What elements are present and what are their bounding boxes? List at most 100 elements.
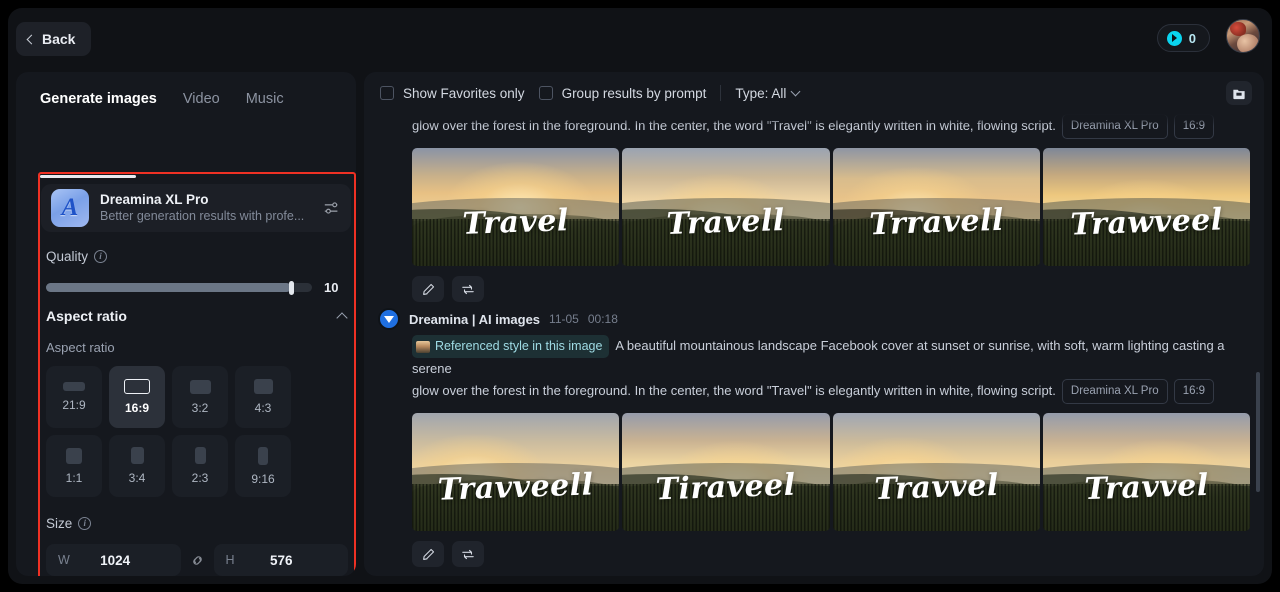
generated-image[interactable]: Tiraveel	[622, 413, 830, 532]
generated-image[interactable]: Travell	[622, 148, 830, 266]
aspect-ratio-option-9-16[interactable]: 9:16	[235, 435, 291, 497]
generated-image[interactable]: Travvel	[1042, 413, 1250, 532]
credit-coin-icon	[1166, 30, 1182, 46]
model-avatar-icon: A	[51, 189, 89, 227]
prompt-text-part2: glow over the forest in the foreground. …	[412, 383, 1056, 398]
aspect-ratio-option-3-4[interactable]: 3:4	[109, 435, 165, 497]
aspect-ratio-shape-icon	[258, 446, 268, 465]
result-time: 00:18	[587, 312, 618, 326]
result-group-header: Dreamina | AI images 11-05 00:18	[378, 308, 1250, 330]
generated-image[interactable]: Travveell	[412, 413, 620, 532]
panel-tabs: Generate images Video Music	[16, 72, 356, 114]
regenerate-button[interactable]	[452, 276, 484, 302]
generated-image[interactable]: Travvel	[832, 413, 1040, 532]
reference-thumbnail-icon	[416, 340, 430, 353]
show-favorites-label: Show Favorites only	[403, 85, 525, 101]
referenced-style-label: Referenced style in this image	[435, 339, 603, 354]
aspect-ratio-label: 3:2	[191, 400, 209, 415]
image-watermark-text: Travveell	[437, 466, 595, 508]
checkbox-icon[interactable]	[380, 86, 394, 100]
quality-label: Quality	[46, 249, 89, 264]
ratio-tag: 16:9	[1173, 379, 1215, 405]
generated-image[interactable]: Trawveel	[1042, 148, 1250, 266]
top-bar: Back 0	[8, 8, 1272, 72]
image-watermark-text: Travel	[461, 202, 570, 242]
model-tag: Dreamina XL Pro	[1061, 379, 1168, 405]
aspect-ratio-shape-icon	[189, 379, 211, 394]
type-filter-label: Type: All	[735, 85, 787, 101]
aspect-ratio-option-4-3[interactable]: 4:3	[235, 366, 291, 428]
aspect-ratio-option-16-9[interactable]: 16:9	[109, 366, 165, 428]
type-filter-dropdown[interactable]: Type: All	[735, 85, 801, 101]
aspect-ratio-option-21-9[interactable]: 21:9	[46, 366, 102, 428]
aspect-ratio-shape-icon	[66, 447, 82, 464]
regenerate-icon	[462, 549, 474, 559]
archive-folder-button[interactable]	[1226, 81, 1252, 105]
tab-video[interactable]: Video	[183, 91, 220, 107]
info-icon[interactable]: i	[94, 250, 108, 263]
row-action-bar	[412, 276, 1250, 302]
chevron-up-icon[interactable]	[336, 311, 348, 324]
width-field[interactable]: W 1024	[46, 544, 181, 576]
feed-scrollbar[interactable]	[1256, 372, 1260, 492]
model-tag: Dreamina XL Pro	[1061, 114, 1168, 139]
size-inputs-row: W 1024 H 576	[46, 544, 348, 576]
results-panel: Show Favorites only Group results by pro…	[364, 72, 1264, 576]
generated-image[interactable]: Travel	[412, 148, 620, 266]
link-icon[interactable]	[189, 552, 206, 569]
aspect-ratio-sub-label: Aspect ratio	[46, 340, 115, 355]
chevron-down-icon[interactable]	[790, 86, 801, 97]
edit-button[interactable]	[412, 276, 444, 302]
model-selector-card[interactable]: A Dreamina XL Pro Better generation resu…	[41, 184, 351, 232]
result-author: Dreamina | AI images	[409, 311, 541, 327]
tab-music[interactable]: Music	[246, 91, 284, 107]
size-section: Size i W 1024 H 576	[46, 516, 348, 576]
results-filter-bar: Show Favorites only Group results by pro…	[364, 72, 1264, 114]
tab-generate-images[interactable]: Generate images	[40, 91, 157, 107]
generated-image[interactable]: Trravell	[832, 148, 1040, 266]
prompt-text-line: glow over the forest in the foreground. …	[378, 379, 1238, 405]
aspect-ratio-label: 21:9	[62, 398, 86, 412]
quality-value: 10	[324, 280, 339, 295]
aspect-ratio-option-3-2[interactable]: 3:2	[172, 366, 228, 428]
show-favorites-checkbox[interactable]: Show Favorites only	[380, 86, 525, 101]
active-tab-underline	[40, 175, 136, 178]
user-avatar[interactable]	[1226, 19, 1260, 53]
width-key: W	[58, 553, 70, 567]
result-group: Dreamina | AI images 11-05 00:18 Referenced…	[378, 308, 1250, 568]
group-by-prompt-checkbox[interactable]: Group results by prompt	[538, 86, 706, 101]
referenced-style-chip[interactable]: Referenced style in this image	[412, 335, 610, 359]
edit-button[interactable]	[412, 541, 444, 568]
info-icon[interactable]: i	[78, 517, 92, 530]
image-watermark-text: Travvel	[1083, 467, 1210, 507]
left-control-panel: Generate images Video Music A Dreamina X…	[16, 72, 356, 576]
regenerate-icon	[462, 284, 474, 294]
back-button[interactable]: Back	[16, 22, 92, 56]
model-name: Dreamina XL Pro	[100, 192, 209, 207]
aspect-ratio-option-1-1[interactable]: 1:1	[46, 435, 102, 497]
aspect-ratio-label: 4:3	[254, 401, 272, 415]
quality-section: Quality i 10	[46, 249, 346, 295]
sliders-icon[interactable]	[323, 199, 341, 217]
model-text-block: Dreamina XL Pro Better generation result…	[100, 191, 312, 225]
regenerate-button[interactable]	[452, 541, 484, 568]
credits-value: 0	[1188, 30, 1196, 46]
height-field[interactable]: H 576	[213, 544, 348, 576]
generated-image-row: Travveell Tiraveel Travvel Travvel	[412, 413, 1250, 532]
aspect-ratio-label: 2:3	[191, 471, 209, 485]
results-feed: glow over the forest in the foreground. …	[364, 114, 1264, 576]
model-description: Better generation results with profe...	[100, 209, 305, 223]
image-watermark-text: Tiraveel	[655, 467, 797, 508]
edit-pencil-icon	[422, 548, 434, 560]
aspect-ratio-shape-icon	[124, 379, 150, 394]
aspect-ratio-shape-icon	[130, 447, 144, 464]
aspect-ratio-option-2-3[interactable]: 2:3	[172, 435, 228, 497]
checkbox-icon[interactable]	[538, 86, 553, 100]
filter-divider	[720, 85, 722, 101]
aspect-ratio-section-header[interactable]: Aspect ratio	[46, 308, 348, 324]
aspect-ratio-label: 16:9	[124, 401, 150, 415]
image-watermark-text: Travvel	[873, 467, 999, 507]
aspect-ratio-shape-icon	[253, 379, 273, 394]
quality-slider[interactable]	[46, 280, 312, 295]
credits-pill[interactable]: 0	[1156, 24, 1210, 52]
